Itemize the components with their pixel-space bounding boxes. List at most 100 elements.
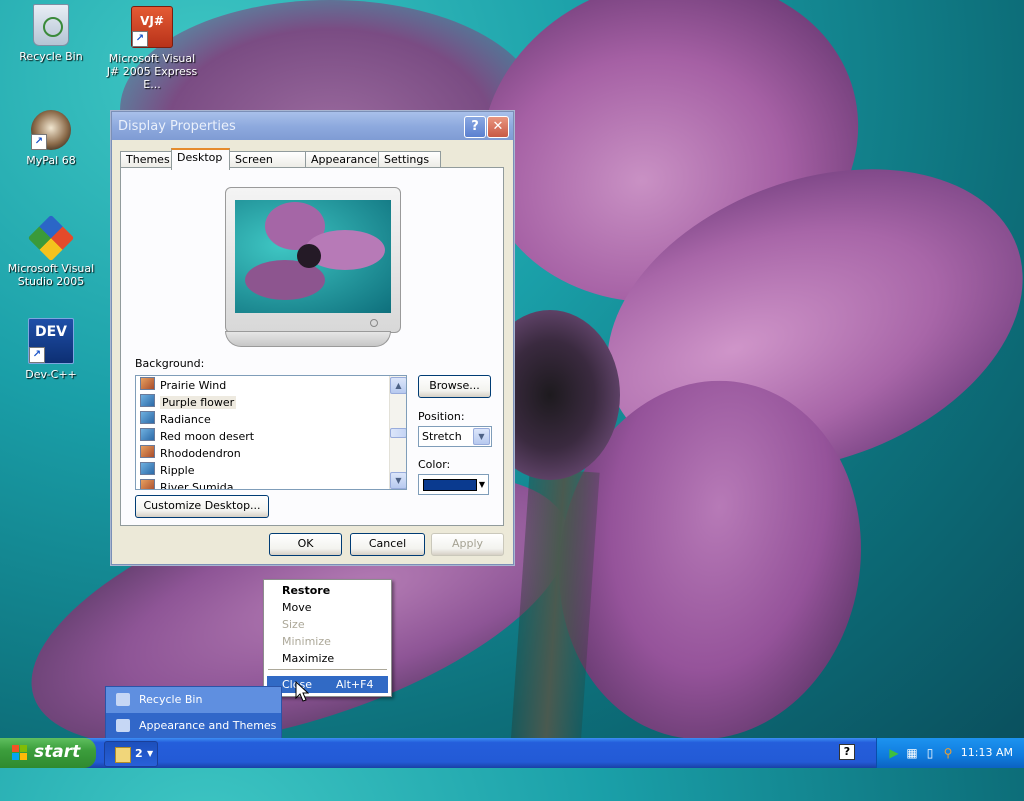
position-value: Stretch: [422, 430, 462, 443]
list-item[interactable]: Radiance: [140, 411, 386, 428]
window-title: Display Properties: [118, 119, 236, 134]
ok-button[interactable]: OK: [269, 533, 342, 556]
position-select[interactable]: Stretch ▼: [418, 426, 492, 447]
desktop-icon-label: Dev-C++: [25, 368, 77, 381]
image-file-icon: [140, 394, 155, 407]
mypal-raccoon-icon: ↗: [31, 110, 71, 150]
color-label: Color:: [418, 458, 451, 471]
icon-text: DEV: [34, 324, 68, 340]
taskbar-group-button[interactable]: 2 ▼: [104, 741, 158, 767]
desktop-icon-label: Microsoft Visual Studio 2005: [7, 262, 95, 288]
background-label: Background:: [135, 357, 205, 370]
menu-item-minimize[interactable]: Minimize: [267, 633, 388, 650]
listbox-scrollbar[interactable]: ▲ ▼: [389, 376, 406, 489]
shortcut-arrow-icon: ↗: [132, 31, 148, 47]
list-item[interactable]: Red moon desert: [140, 428, 386, 445]
tab-screen-saver[interactable]: Screen Saver: [229, 151, 307, 181]
desktop-icon-recycle-bin[interactable]: Recycle Bin: [3, 4, 99, 63]
network-grid-icon[interactable]: ▦: [905, 746, 919, 760]
image-file-icon: [140, 377, 155, 390]
desktop-icon-mypal[interactable]: ↗ MyPal 68: [3, 110, 99, 167]
image-file-icon: [140, 462, 155, 475]
image-file-icon: [140, 428, 155, 441]
menu-separator: [268, 669, 387, 670]
menu-item-shortcut: Alt+F4: [336, 678, 374, 691]
help-tray-icon[interactable]: ?: [839, 744, 855, 760]
clock[interactable]: 11:13 AM: [961, 746, 1013, 759]
usb-device-icon[interactable]: ▯: [923, 746, 937, 760]
scroll-down-icon[interactable]: ▼: [390, 472, 406, 489]
list-item-label: Rhododendron: [160, 447, 241, 460]
scroll-thumb[interactable]: [390, 428, 406, 438]
window-context-menu: Restore Move Size Minimize Maximize Clos…: [263, 579, 392, 697]
list-item[interactable]: Prairie Wind: [140, 377, 386, 394]
chevron-down-icon: ▼: [473, 428, 490, 445]
apply-button[interactable]: Apply: [431, 533, 504, 556]
desktop-icon-dev-cpp[interactable]: DEV ↗ Dev-C++: [3, 318, 99, 381]
help-button[interactable]: ?: [464, 116, 486, 138]
recycle-bin-icon: [33, 4, 69, 46]
mouse-pointer-icon: [295, 681, 309, 702]
popup-item-label: Recycle Bin: [139, 693, 203, 706]
help-icon: ?: [471, 119, 479, 134]
position-label: Position:: [418, 410, 465, 423]
popup-item-appearance-themes[interactable]: Appearance and Themes: [106, 713, 281, 739]
tab-themes[interactable]: Themes: [120, 151, 174, 168]
popup-item-label: Appearance and Themes: [139, 719, 277, 732]
window-titlebar[interactable]: Display Properties ? ✕: [112, 112, 513, 140]
control-panel-icon: [116, 719, 130, 732]
list-item[interactable]: Ripple: [140, 462, 386, 479]
color-swatch: [423, 479, 477, 491]
wallpaper-preview: [235, 200, 391, 313]
customize-desktop-button[interactable]: Customize Desktop...: [135, 495, 269, 518]
recycle-bin-icon: [116, 693, 130, 706]
tab-desktop[interactable]: Desktop: [171, 148, 230, 170]
menu-item-move[interactable]: Move: [267, 599, 388, 616]
monitor-stand: [225, 331, 391, 347]
desktop-icon-visual-studio[interactable]: Microsoft Visual Studio 2005: [3, 214, 99, 288]
desktop-icon-visual-j-sharp[interactable]: VJ# ↗ Microsoft Visual J# 2005 Express E…: [104, 6, 200, 91]
list-item-label: River Sumida: [160, 481, 234, 490]
desktop-icon-label: Recycle Bin: [19, 50, 83, 63]
list-item-label: Purple flower: [160, 396, 237, 409]
list-item[interactable]: Rhododendron: [140, 445, 386, 462]
shortcut-arrow-icon: ↗: [29, 347, 45, 363]
menu-item-maximize[interactable]: Maximize: [267, 650, 388, 667]
list-item-selected[interactable]: Purple flower: [140, 394, 386, 411]
image-file-icon: [140, 479, 155, 489]
tab-appearance[interactable]: Appearance: [305, 151, 380, 168]
search-icon[interactable]: ⚲: [941, 746, 955, 760]
start-button[interactable]: start: [0, 738, 96, 768]
browse-button[interactable]: Browse...: [418, 375, 491, 398]
desktop-icon-label: MyPal 68: [26, 154, 76, 167]
taskbar-group-popup: Recycle Bin Appearance and Themes: [105, 686, 282, 740]
play-icon[interactable]: ▶: [887, 746, 901, 760]
chevron-down-icon: ▼: [147, 749, 154, 758]
start-label: start: [34, 742, 81, 762]
cancel-button[interactable]: Cancel: [350, 533, 425, 556]
image-file-icon: [140, 445, 155, 458]
visual-j-sharp-icon: VJ# ↗: [131, 6, 173, 48]
group-count: 2: [135, 747, 143, 760]
taskbar: start 2 ▼ ? ▶ ▦ ▯ ⚲ 11:13 AM: [0, 738, 1024, 768]
chevron-down-icon: ▼: [478, 480, 485, 489]
image-file-icon: [140, 411, 155, 424]
background-listbox[interactable]: Prairie Wind Purple flower Radiance Red …: [135, 375, 407, 490]
close-icon: ✕: [492, 119, 504, 134]
monitor-preview: [225, 187, 401, 333]
tab-settings[interactable]: Settings: [378, 151, 441, 168]
menu-item-restore[interactable]: Restore: [267, 582, 388, 599]
color-picker-button[interactable]: ▼: [418, 474, 489, 495]
desktop-icon-label: Microsoft Visual J# 2005 Express E...: [106, 52, 198, 91]
menu-item-close[interactable]: Close Alt+F4: [267, 676, 388, 693]
scroll-up-icon[interactable]: ▲: [390, 377, 406, 394]
popup-item-recycle-bin[interactable]: Recycle Bin: [106, 687, 281, 713]
list-item[interactable]: River Sumida: [140, 479, 386, 490]
dev-cpp-icon: DEV ↗: [28, 318, 74, 364]
menu-item-size[interactable]: Size: [267, 616, 388, 633]
desktop-tab-panel: Background: Prairie Wind Purple flower R…: [120, 167, 504, 526]
system-tray: ▶ ▦ ▯ ⚲ 11:13 AM: [876, 738, 1024, 768]
close-button[interactable]: ✕: [487, 116, 509, 138]
monitor-power-icon: [370, 319, 378, 327]
visual-studio-icon: [27, 214, 75, 262]
